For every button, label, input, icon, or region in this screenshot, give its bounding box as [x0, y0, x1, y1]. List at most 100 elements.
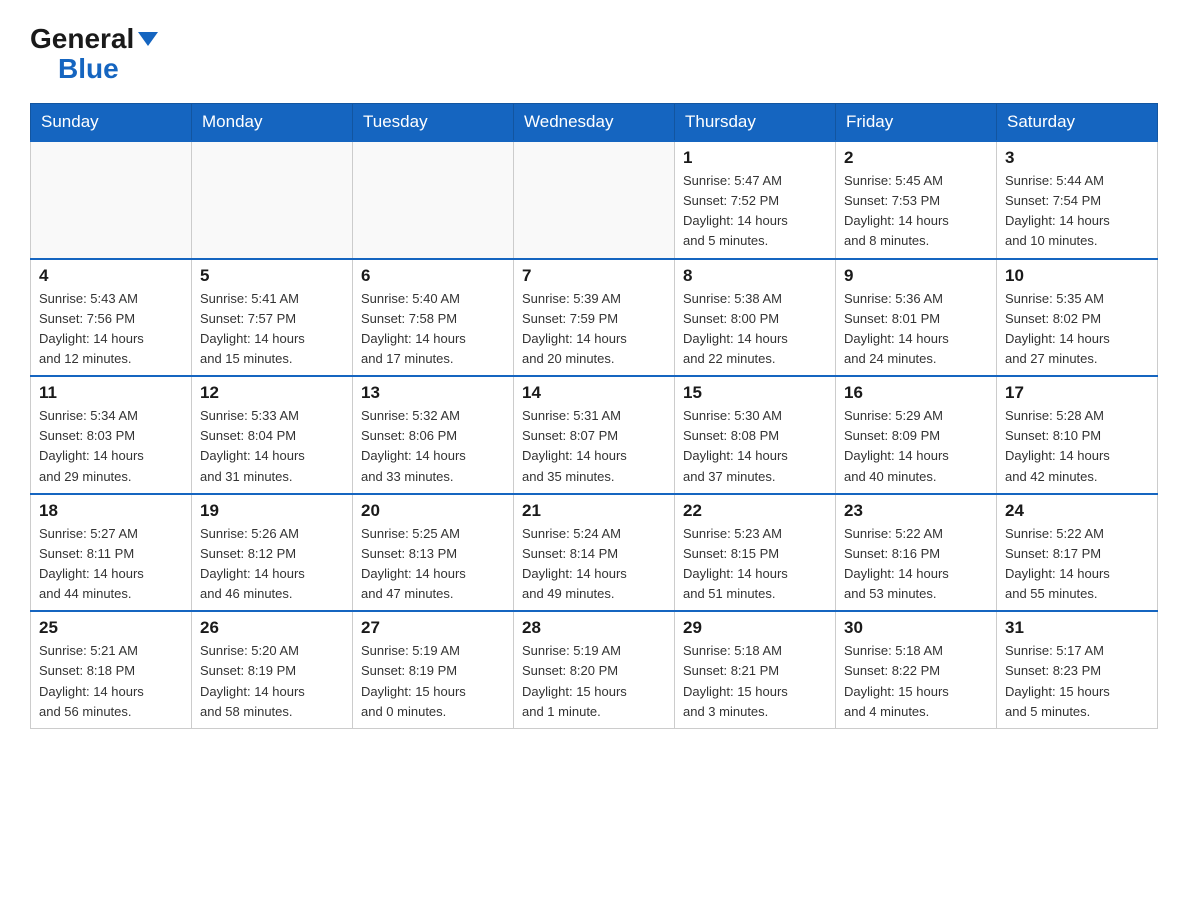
day-info: Sunrise: 5:44 AMSunset: 7:54 PMDaylight:…	[1005, 171, 1149, 252]
calendar-day-cell: 4 Sunrise: 5:43 AMSunset: 7:56 PMDaylight…	[31, 259, 192, 377]
day-info: Sunrise: 5:25 AMSunset: 8:13 PMDaylight:…	[361, 524, 505, 605]
day-info: Sunrise: 5:26 AMSunset: 8:12 PMDaylight:…	[200, 524, 344, 605]
day-number: 9	[844, 266, 988, 286]
day-number: 17	[1005, 383, 1149, 403]
day-info: Sunrise: 5:35 AMSunset: 8:02 PMDaylight:…	[1005, 289, 1149, 370]
day-number: 21	[522, 501, 666, 521]
calendar-day-cell: 23 Sunrise: 5:22 AMSunset: 8:16 PMDayligh…	[836, 494, 997, 612]
day-number: 19	[200, 501, 344, 521]
day-info: Sunrise: 5:19 AMSunset: 8:19 PMDaylight:…	[361, 641, 505, 722]
calendar-day-cell	[31, 141, 192, 259]
day-number: 29	[683, 618, 827, 638]
day-of-week-header: Tuesday	[353, 104, 514, 142]
day-number: 7	[522, 266, 666, 286]
calendar-day-cell: 29 Sunrise: 5:18 AMSunset: 8:21 PMDayligh…	[675, 611, 836, 728]
day-number: 16	[844, 383, 988, 403]
calendar-week-row: 25Sunrise: 5:21 AMSunset: 8:18 PMDayligh…	[31, 611, 1158, 728]
day-number: 4	[39, 266, 183, 286]
day-number: 3	[1005, 148, 1149, 168]
day-info: Sunrise: 5:33 AMSunset: 8:04 PMDaylight:…	[200, 406, 344, 487]
calendar-week-row: 11Sunrise: 5:34 AMSunset: 8:03 PMDayligh…	[31, 376, 1158, 494]
calendar-day-cell: 5 Sunrise: 5:41 AMSunset: 7:57 PMDaylight…	[192, 259, 353, 377]
calendar-day-cell: 21 Sunrise: 5:24 AMSunset: 8:14 PMDayligh…	[514, 494, 675, 612]
calendar-day-cell: 17 Sunrise: 5:28 AMSunset: 8:10 PMDayligh…	[997, 376, 1158, 494]
calendar-day-cell: 1 Sunrise: 5:47 AMSunset: 7:52 PMDaylight…	[675, 141, 836, 259]
day-info: Sunrise: 5:22 AMSunset: 8:17 PMDaylight:…	[1005, 524, 1149, 605]
logo: General Blue	[30, 20, 158, 85]
day-number: 30	[844, 618, 988, 638]
day-number: 31	[1005, 618, 1149, 638]
day-of-week-header: Wednesday	[514, 104, 675, 142]
day-info: Sunrise: 5:38 AMSunset: 8:00 PMDaylight:…	[683, 289, 827, 370]
calendar-day-cell: 7 Sunrise: 5:39 AMSunset: 7:59 PMDaylight…	[514, 259, 675, 377]
day-info: Sunrise: 5:41 AMSunset: 7:57 PMDaylight:…	[200, 289, 344, 370]
day-number: 1	[683, 148, 827, 168]
calendar-day-cell: 28 Sunrise: 5:19 AMSunset: 8:20 PMDayligh…	[514, 611, 675, 728]
day-info: Sunrise: 5:29 AMSunset: 8:09 PMDaylight:…	[844, 406, 988, 487]
calendar-day-cell: 19 Sunrise: 5:26 AMSunset: 8:12 PMDayligh…	[192, 494, 353, 612]
day-info: Sunrise: 5:22 AMSunset: 8:16 PMDaylight:…	[844, 524, 988, 605]
calendar-day-cell: 3 Sunrise: 5:44 AMSunset: 7:54 PMDaylight…	[997, 141, 1158, 259]
day-info: Sunrise: 5:17 AMSunset: 8:23 PMDaylight:…	[1005, 641, 1149, 722]
day-number: 5	[200, 266, 344, 286]
day-info: Sunrise: 5:40 AMSunset: 7:58 PMDaylight:…	[361, 289, 505, 370]
logo-blue: Blue	[30, 53, 119, 85]
day-number: 14	[522, 383, 666, 403]
calendar-week-row: 4 Sunrise: 5:43 AMSunset: 7:56 PMDaylight…	[31, 259, 1158, 377]
calendar-week-row: 18Sunrise: 5:27 AMSunset: 8:11 PMDayligh…	[31, 494, 1158, 612]
day-info: Sunrise: 5:28 AMSunset: 8:10 PMDaylight:…	[1005, 406, 1149, 487]
day-number: 27	[361, 618, 505, 638]
calendar-day-cell: 20Sunrise: 5:25 AMSunset: 8:13 PMDayligh…	[353, 494, 514, 612]
day-info: Sunrise: 5:47 AMSunset: 7:52 PMDaylight:…	[683, 171, 827, 252]
calendar-day-cell	[514, 141, 675, 259]
calendar-day-cell: 25Sunrise: 5:21 AMSunset: 8:18 PMDayligh…	[31, 611, 192, 728]
calendar-day-cell	[192, 141, 353, 259]
day-info: Sunrise: 5:18 AMSunset: 8:21 PMDaylight:…	[683, 641, 827, 722]
day-info: Sunrise: 5:24 AMSunset: 8:14 PMDaylight:…	[522, 524, 666, 605]
calendar-day-cell: 11Sunrise: 5:34 AMSunset: 8:03 PMDayligh…	[31, 376, 192, 494]
day-of-week-header: Saturday	[997, 104, 1158, 142]
day-number: 15	[683, 383, 827, 403]
day-info: Sunrise: 5:31 AMSunset: 8:07 PMDaylight:…	[522, 406, 666, 487]
day-info: Sunrise: 5:20 AMSunset: 8:19 PMDaylight:…	[200, 641, 344, 722]
day-of-week-header: Sunday	[31, 104, 192, 142]
calendar-day-cell: 9Sunrise: 5:36 AMSunset: 8:01 PMDaylight…	[836, 259, 997, 377]
day-of-week-header: Thursday	[675, 104, 836, 142]
calendar-day-cell: 22Sunrise: 5:23 AMSunset: 8:15 PMDayligh…	[675, 494, 836, 612]
calendar-day-cell: 26Sunrise: 5:20 AMSunset: 8:19 PMDayligh…	[192, 611, 353, 728]
day-number: 10	[1005, 266, 1149, 286]
day-number: 8	[683, 266, 827, 286]
calendar-header-row: SundayMondayTuesdayWednesdayThursdayFrid…	[31, 104, 1158, 142]
day-info: Sunrise: 5:23 AMSunset: 8:15 PMDaylight:…	[683, 524, 827, 605]
page-header: General Blue	[30, 20, 1158, 85]
day-info: Sunrise: 5:43 AMSunset: 7:56 PMDaylight:…	[39, 289, 183, 370]
logo-arrow-icon	[138, 32, 158, 46]
day-info: Sunrise: 5:18 AMSunset: 8:22 PMDaylight:…	[844, 641, 988, 722]
calendar-day-cell: 10 Sunrise: 5:35 AMSunset: 8:02 PMDayligh…	[997, 259, 1158, 377]
day-info: Sunrise: 5:32 AMSunset: 8:06 PMDaylight:…	[361, 406, 505, 487]
day-number: 18	[39, 501, 183, 521]
day-info: Sunrise: 5:30 AMSunset: 8:08 PMDaylight:…	[683, 406, 827, 487]
calendar-day-cell: 18Sunrise: 5:27 AMSunset: 8:11 PMDayligh…	[31, 494, 192, 612]
calendar-day-cell	[353, 141, 514, 259]
calendar-day-cell: 6 Sunrise: 5:40 AMSunset: 7:58 PMDaylight…	[353, 259, 514, 377]
logo-general: General	[30, 25, 134, 53]
day-number: 28	[522, 618, 666, 638]
calendar-day-cell: 27 Sunrise: 5:19 AMSunset: 8:19 PMDayligh…	[353, 611, 514, 728]
calendar-day-cell: 31 Sunrise: 5:17 AMSunset: 8:23 PMDayligh…	[997, 611, 1158, 728]
day-number: 2	[844, 148, 988, 168]
day-info: Sunrise: 5:19 AMSunset: 8:20 PMDaylight:…	[522, 641, 666, 722]
day-number: 24	[1005, 501, 1149, 521]
day-number: 23	[844, 501, 988, 521]
calendar-day-cell: 12Sunrise: 5:33 AMSunset: 8:04 PMDayligh…	[192, 376, 353, 494]
calendar-day-cell: 30 Sunrise: 5:18 AMSunset: 8:22 PMDayligh…	[836, 611, 997, 728]
day-number: 6	[361, 266, 505, 286]
day-info: Sunrise: 5:39 AMSunset: 7:59 PMDaylight:…	[522, 289, 666, 370]
calendar-day-cell: 13Sunrise: 5:32 AMSunset: 8:06 PMDayligh…	[353, 376, 514, 494]
day-info: Sunrise: 5:34 AMSunset: 8:03 PMDaylight:…	[39, 406, 183, 487]
day-of-week-header: Friday	[836, 104, 997, 142]
calendar-day-cell: 14 Sunrise: 5:31 AMSunset: 8:07 PMDayligh…	[514, 376, 675, 494]
calendar-table: SundayMondayTuesdayWednesdayThursdayFrid…	[30, 103, 1158, 729]
day-info: Sunrise: 5:21 AMSunset: 8:18 PMDaylight:…	[39, 641, 183, 722]
day-of-week-header: Monday	[192, 104, 353, 142]
